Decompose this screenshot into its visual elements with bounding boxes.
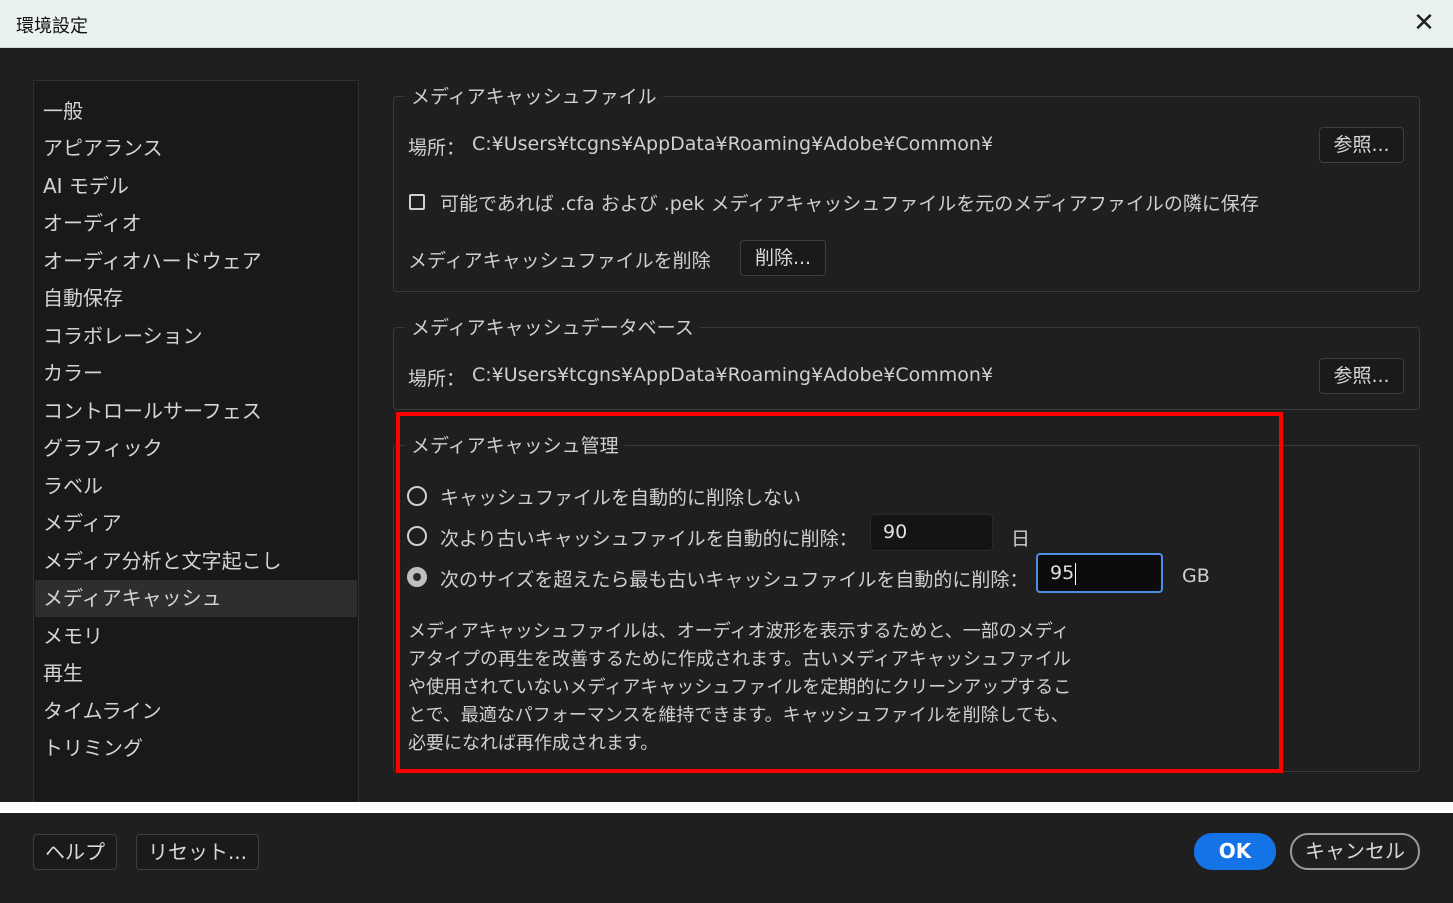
sidebar-item-playback[interactable]: 再生 <box>35 655 357 692</box>
cache-db-location-label: 場所： <box>408 368 466 390</box>
sidebar-item-auto-save[interactable]: 自動保存 <box>35 280 357 317</box>
delete-cache-files-button[interactable]: 削除... <box>740 240 826 276</box>
window-title: 環境設定 <box>16 16 88 37</box>
sidebar-item-trimming[interactable]: トリミング <box>35 730 357 767</box>
sidebar-item-general[interactable]: 一般 <box>35 93 357 130</box>
delete-cache-files-label: メディアキャッシュファイルを削除 <box>408 250 711 272</box>
media-cache-management-title: メディアキャッシュ管理 <box>405 431 625 458</box>
preferences-main: 一般 アピアランス AI モデル オーディオ オーディオハードウェア 自動保存 … <box>0 48 1453 802</box>
cancel-button[interactable]: キャンセル <box>1290 833 1420 870</box>
reset-button[interactable]: リセット... <box>136 834 259 870</box>
sidebar-item-audio-hardware[interactable]: オーディオハードウェア <box>35 243 357 280</box>
title-bar: 環境設定 ✕ <box>0 0 1453 48</box>
ok-button[interactable]: OK <box>1194 833 1276 870</box>
sidebar-item-labels[interactable]: ラベル <box>35 468 357 505</box>
cache-db-browse-button[interactable]: 参照... <box>1319 358 1404 394</box>
sidebar-item-media-cache[interactable]: メディアキャッシュ <box>35 580 357 617</box>
sidebar-item-ai-models[interactable]: AI モデル <box>35 168 357 205</box>
sidebar-item-audio[interactable]: オーディオ <box>35 205 357 242</box>
help-button[interactable]: ヘルプ <box>33 834 117 870</box>
sidebar-item-collaboration[interactable]: コラボレーション <box>35 318 357 355</box>
cache-files-browse-button[interactable]: 参照... <box>1319 127 1404 163</box>
media-cache-database-title: メディアキャッシュデータベース <box>405 313 700 340</box>
radio-delete-older[interactable] <box>407 526 427 546</box>
size-limit-unit: GB <box>1182 565 1210 587</box>
cache-files-location-label: 場所： <box>408 137 466 159</box>
sidebar-item-media[interactable]: メディア <box>35 505 357 542</box>
radio-delete-by-size[interactable] <box>407 567 427 587</box>
size-limit-value: 95 <box>1050 562 1075 584</box>
save-next-to-media-label: 可能であれば .cfa および .pek メディアキャッシュファイルを元のメディ… <box>440 193 1259 215</box>
radio-never-delete[interactable] <box>407 486 427 506</box>
close-icon[interactable]: ✕ <box>1409 8 1439 38</box>
sidebar-item-appearance[interactable]: アピアランス <box>35 130 357 167</box>
cache-files-location-path: C:¥Users¥tcgns¥AppData¥Roaming¥Adobe¥Com… <box>472 133 994 155</box>
save-next-to-media-checkbox[interactable] <box>409 194 425 210</box>
text-caret <box>1075 562 1077 585</box>
older-days-input[interactable]: 90 <box>870 514 993 551</box>
cache-db-location-path: C:¥Users¥tcgns¥AppData¥Roaming¥Adobe¥Com… <box>472 364 994 386</box>
dialog-footer: ヘルプ リセット... OK キャンセル <box>0 813 1453 903</box>
preferences-sidebar: 一般 アピアランス AI モデル オーディオ オーディオハードウェア 自動保存 … <box>33 80 359 802</box>
sidebar-item-media-analysis[interactable]: メディア分析と文字起こし <box>35 543 357 580</box>
older-days-unit: 日 <box>1011 528 1031 550</box>
sidebar-item-memory[interactable]: メモリ <box>35 618 357 655</box>
sidebar-item-control-surface[interactable]: コントロールサーフェス <box>35 393 357 430</box>
sidebar-item-timeline[interactable]: タイムライン <box>35 693 357 730</box>
sidebar-item-graphics[interactable]: グラフィック <box>35 430 357 467</box>
media-cache-files-title: メディアキャッシュファイル <box>405 82 663 109</box>
sidebar-item-color[interactable]: カラー <box>35 355 357 392</box>
radio-delete-by-size-label: 次のサイズを超えたら最も古いキャッシュファイルを自動的に削除： <box>440 569 1029 591</box>
radio-never-delete-label: キャッシュファイルを自動的に削除しない <box>440 487 802 509</box>
size-limit-input[interactable]: 95 <box>1036 553 1163 593</box>
radio-delete-older-label: 次より古いキャッシュファイルを自動的に削除： <box>440 528 858 550</box>
media-cache-description: メディアキャッシュファイルは、オーディオ波形を表示するためと、一部のメディアタイ… <box>408 621 1072 754</box>
